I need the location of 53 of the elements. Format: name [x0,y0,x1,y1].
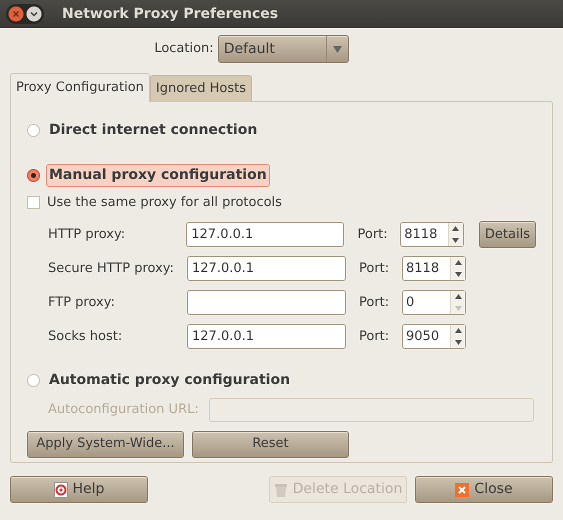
port-spinner[interactable]: 9050 [402,324,466,349]
checkbox[interactable] [27,196,40,210]
proxy-label: FTP proxy: [48,294,116,312]
down-arrow-icon[interactable] [454,272,462,277]
up-arrow-icon[interactable] [454,294,462,300]
tab[interactable]: Proxy Configuration [10,73,150,102]
proxy-field[interactable] [187,290,346,315]
panel-button[interactable]: Reset [192,430,349,458]
proxy-label: Secure HTTP proxy: [48,260,175,278]
port-value: 8118 [405,260,440,278]
proxy-field[interactable]: 127.0.0.1 [186,222,344,247]
checkbox-label: Use the same proxy for all protocols [47,194,282,212]
help-button[interactable]: Help [10,476,148,503]
proxy-label: HTTP proxy: [48,226,126,244]
panel-button[interactable]: Apply System-Wide... [27,430,184,458]
proxy-field[interactable]: 127.0.0.1 [187,324,346,349]
port-label: Port: [359,260,390,278]
up-arrow-icon[interactable] [452,226,460,232]
autoconfig-label: Autoconfiguration URL: [48,400,200,419]
port-spinner[interactable]: 8118 [400,222,464,247]
location-dropdown[interactable]: Default [218,35,349,63]
close-button[interactable]: Close [415,476,553,503]
port-label: Port: [357,226,389,244]
port-spinner[interactable]: 0 [402,290,466,315]
proxy-field[interactable]: 127.0.0.1 [187,256,346,281]
port-value: 9050 [405,328,440,346]
down-arrow-icon[interactable] [452,238,460,243]
port-value: 8118 [403,226,438,244]
dropdown-arrow-icon [332,46,342,52]
window-title: Network Proxy Preferences [62,4,278,24]
down-arrow-icon[interactable] [454,340,462,345]
up-arrow-icon[interactable] [454,328,462,334]
close-icon[interactable] [8,6,24,22]
trash-icon [274,482,288,498]
radio-button[interactable] [27,124,40,137]
autoconfig-field[interactable] [209,398,534,422]
port-label: Port: [359,328,390,346]
lifebuoy-icon [54,482,68,498]
close-icon [455,482,470,496]
port-value: 0 [405,294,416,312]
up-arrow-icon[interactable] [454,260,462,266]
location-label: Location: [154,40,214,58]
radio-button[interactable] [27,169,40,182]
radio-button[interactable] [27,374,40,386]
details-button[interactable]: Details [478,221,536,248]
radio-label: Direct internet connection [48,121,258,140]
tab[interactable]: Ignored Hosts [150,75,252,101]
minimize-icon[interactable] [26,6,42,22]
radio-label: Manual proxy configuration [46,164,270,187]
radio-label: Automatic proxy configuration [48,370,292,390]
proxy-label: Socks host: [48,328,124,346]
port-label: Port: [359,294,390,312]
port-spinner[interactable]: 8118 [402,256,466,281]
